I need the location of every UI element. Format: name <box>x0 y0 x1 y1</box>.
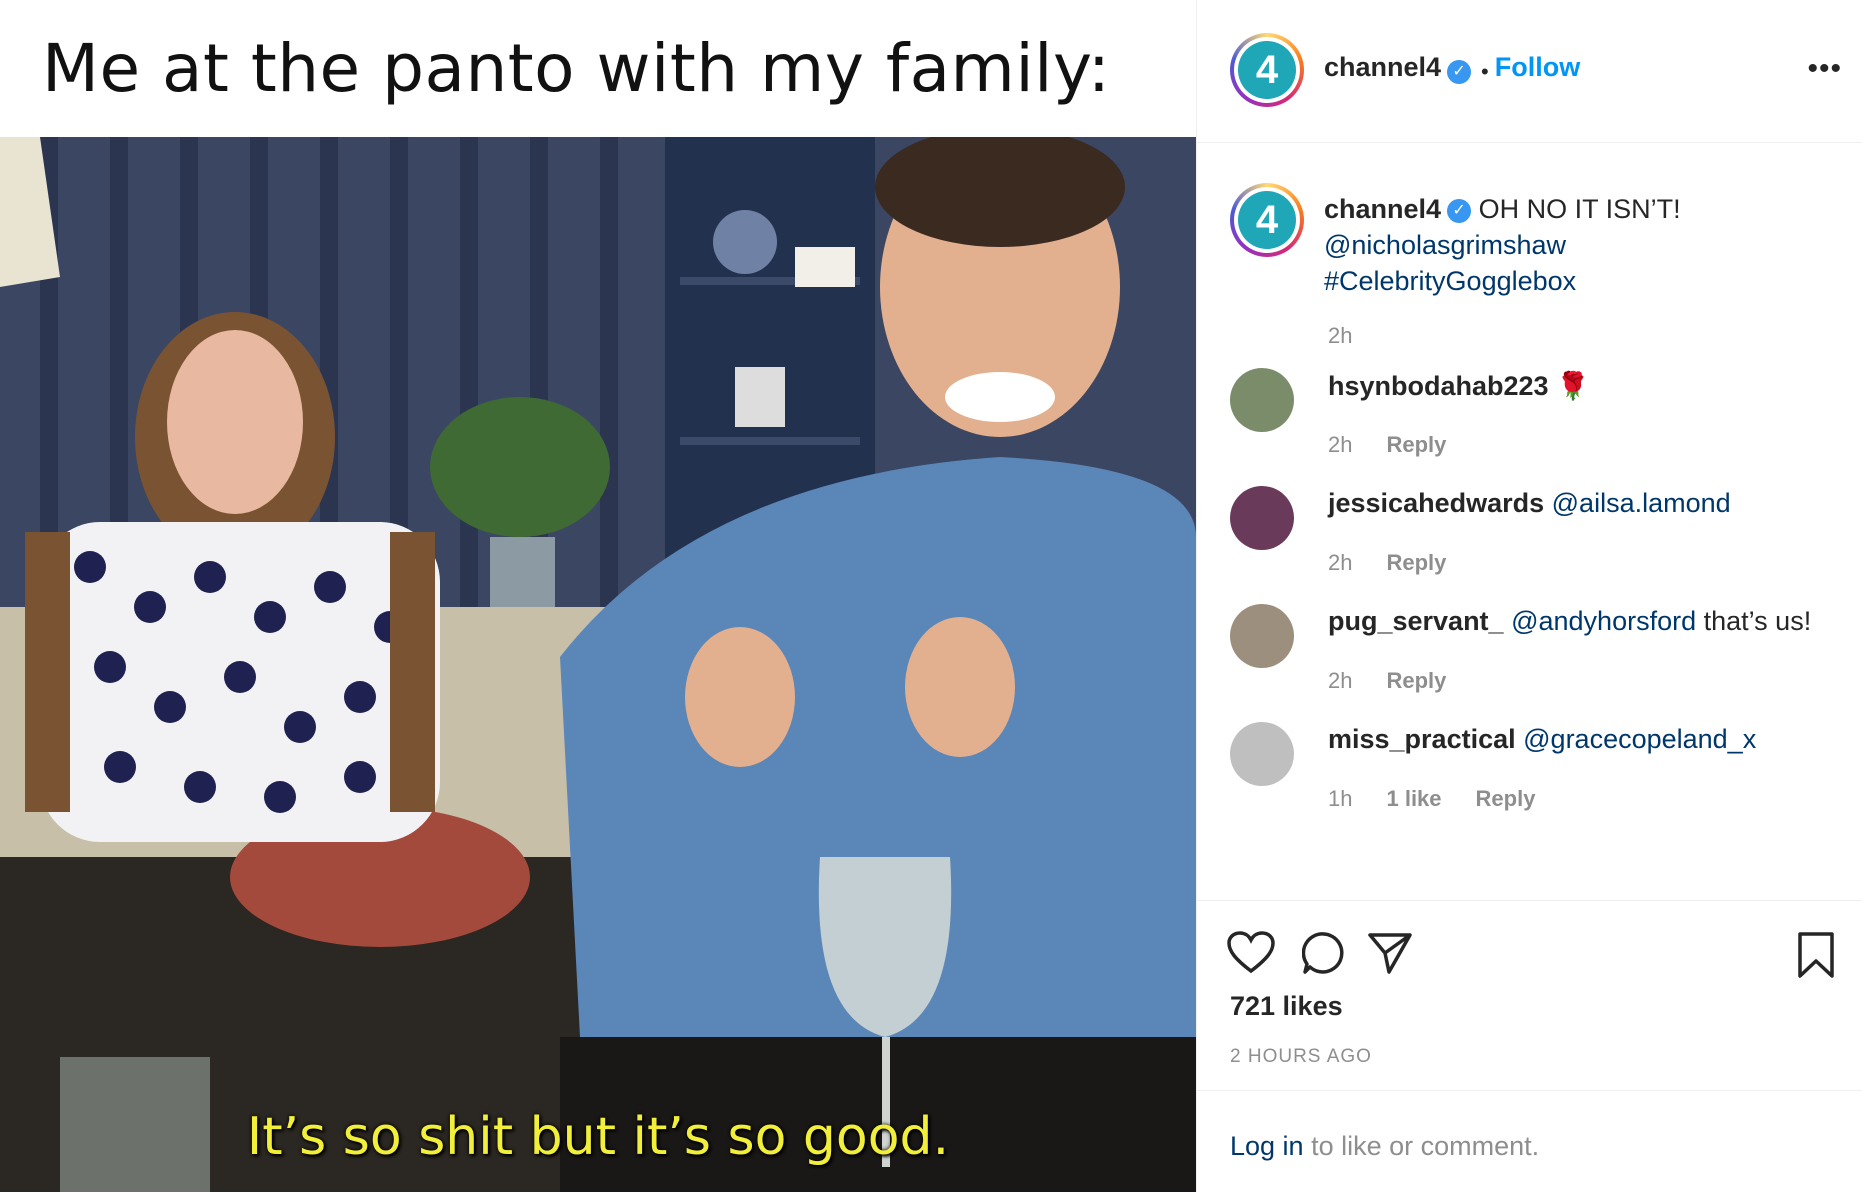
follow-button[interactable]: Follow <box>1495 52 1580 82</box>
comment-avatar[interactable] <box>1230 604 1294 668</box>
post-sidebar: 4 channel4 ✓ • Follow ••• 4 channel4 ✓ OH NO… <box>1197 0 1862 1192</box>
comment-avatar[interactable] <box>1230 486 1294 550</box>
meme-caption-bar: Me at the panto with my family: <box>0 0 1196 137</box>
channel4-logo: 4 <box>1238 41 1296 99</box>
comment-mention[interactable]: @ailsa.lamond <box>1552 488 1731 518</box>
caption-time[interactable]: 2h <box>1328 323 1352 349</box>
comment-meta: 2h Reply <box>1328 550 1480 576</box>
post-image[interactable]: Me at the panto with my family: It’s so … <box>0 0 1196 1192</box>
caption-hashtag[interactable]: #CelebrityGogglebox <box>1324 263 1681 299</box>
channel4-avatar[interactable]: 4 <box>1230 33 1304 107</box>
header-username[interactable]: channel4 <box>1324 52 1441 82</box>
comment-username[interactable]: miss_practical <box>1328 724 1516 754</box>
comment-mention[interactable]: @andyhorsford <box>1511 606 1696 636</box>
verified-badge-icon: ✓ <box>1447 59 1472 84</box>
comment-body: that’s us! <box>1703 606 1812 636</box>
post-actions: 721 likes 2 HOURS AGO <box>1197 900 1862 1091</box>
meme-caption: Me at the panto with my family: <box>42 30 1111 107</box>
reply-button[interactable]: Reply <box>1476 786 1536 811</box>
caption-text: OH NO IT ISN’T! <box>1478 194 1681 224</box>
comment-username[interactable]: pug_servant_ <box>1328 606 1504 636</box>
comment-text: hsynbodahab223 🌹 <box>1328 370 1590 402</box>
reply-button[interactable]: Reply <box>1386 550 1446 575</box>
more-options-icon[interactable]: ••• <box>1807 52 1842 86</box>
comment-time[interactable]: 2h <box>1328 432 1352 457</box>
comment-avatar[interactable] <box>1230 368 1294 432</box>
comment-meta: 2h Reply <box>1328 668 1480 694</box>
comment-item: jessicahedwards @ailsa.lamond 2h Reply <box>1197 486 1862 606</box>
comment-text: miss_practical @gracecopeland_x <box>1328 724 1756 755</box>
comment-meta: 2h Reply <box>1328 432 1480 458</box>
comment-text: pug_servant_ @andyhorsford that’s us! <box>1328 606 1811 637</box>
comment-mention[interactable]: @gracecopeland_x <box>1523 724 1756 754</box>
login-prompt: Log in to like or comment. <box>1230 1131 1539 1162</box>
heart-icon[interactable] <box>1227 931 1275 975</box>
comment-username[interactable]: jessicahedwards <box>1328 488 1544 518</box>
reply-button[interactable]: Reply <box>1386 668 1446 693</box>
bookmark-icon[interactable] <box>1797 931 1835 979</box>
comment-body: 🌹 <box>1556 371 1590 401</box>
comment-icon[interactable] <box>1302 931 1346 975</box>
header-user: channel4 ✓ • Follow <box>1324 52 1580 85</box>
comment-item: hsynbodahab223 🌹 2h Reply <box>1197 368 1862 488</box>
comment-time[interactable]: 2h <box>1328 550 1352 575</box>
login-link[interactable]: Log in <box>1230 1131 1304 1161</box>
login-bar: Log in to like or comment. <box>1197 1090 1862 1193</box>
comment-username[interactable]: hsynbodahab223 <box>1328 371 1549 401</box>
caption-username[interactable]: channel4 <box>1324 194 1441 224</box>
caption-mention[interactable]: @nicholasgrimshaw <box>1324 227 1681 263</box>
comments-section: 4 channel4 ✓ OH NO IT ISN’T! @nicholasgri… <box>1197 143 1862 900</box>
photo-illustration <box>0 137 1196 1192</box>
tv-still-photo: It’s so shit but it’s so good. <box>0 137 1196 1192</box>
comment-item: pug_servant_ @andyhorsford that’s us! 2h… <box>1197 604 1862 724</box>
tv-subtitle: It’s so shit but it’s so good. <box>246 1107 950 1167</box>
separator-dot: • <box>1481 58 1489 84</box>
comment-item: miss_practical @gracecopeland_x 1h 1 like… <box>1197 722 1862 842</box>
caption-avatar[interactable]: 4 <box>1230 183 1304 257</box>
post-caption: channel4 ✓ OH NO IT ISN’T! @nicholasgrims… <box>1324 191 1681 299</box>
channel4-logo: 4 <box>1238 191 1296 249</box>
comment-likes[interactable]: 1 like <box>1386 786 1441 811</box>
comment-avatar[interactable] <box>1230 722 1294 786</box>
comment-text: jessicahedwards @ailsa.lamond <box>1328 488 1731 519</box>
comment-time[interactable]: 1h <box>1328 786 1352 811</box>
post-timestamp[interactable]: 2 HOURS AGO <box>1230 1046 1372 1068</box>
post-header: 4 channel4 ✓ • Follow ••• <box>1197 0 1862 143</box>
likes-count[interactable]: 721 likes <box>1230 991 1343 1022</box>
reply-button[interactable]: Reply <box>1386 432 1446 457</box>
comment-meta: 1h 1 like Reply <box>1328 786 1569 812</box>
verified-badge-icon: ✓ <box>1447 198 1472 223</box>
login-text: to like or comment. <box>1311 1131 1540 1161</box>
comment-time[interactable]: 2h <box>1328 668 1352 693</box>
share-icon[interactable] <box>1367 931 1413 975</box>
